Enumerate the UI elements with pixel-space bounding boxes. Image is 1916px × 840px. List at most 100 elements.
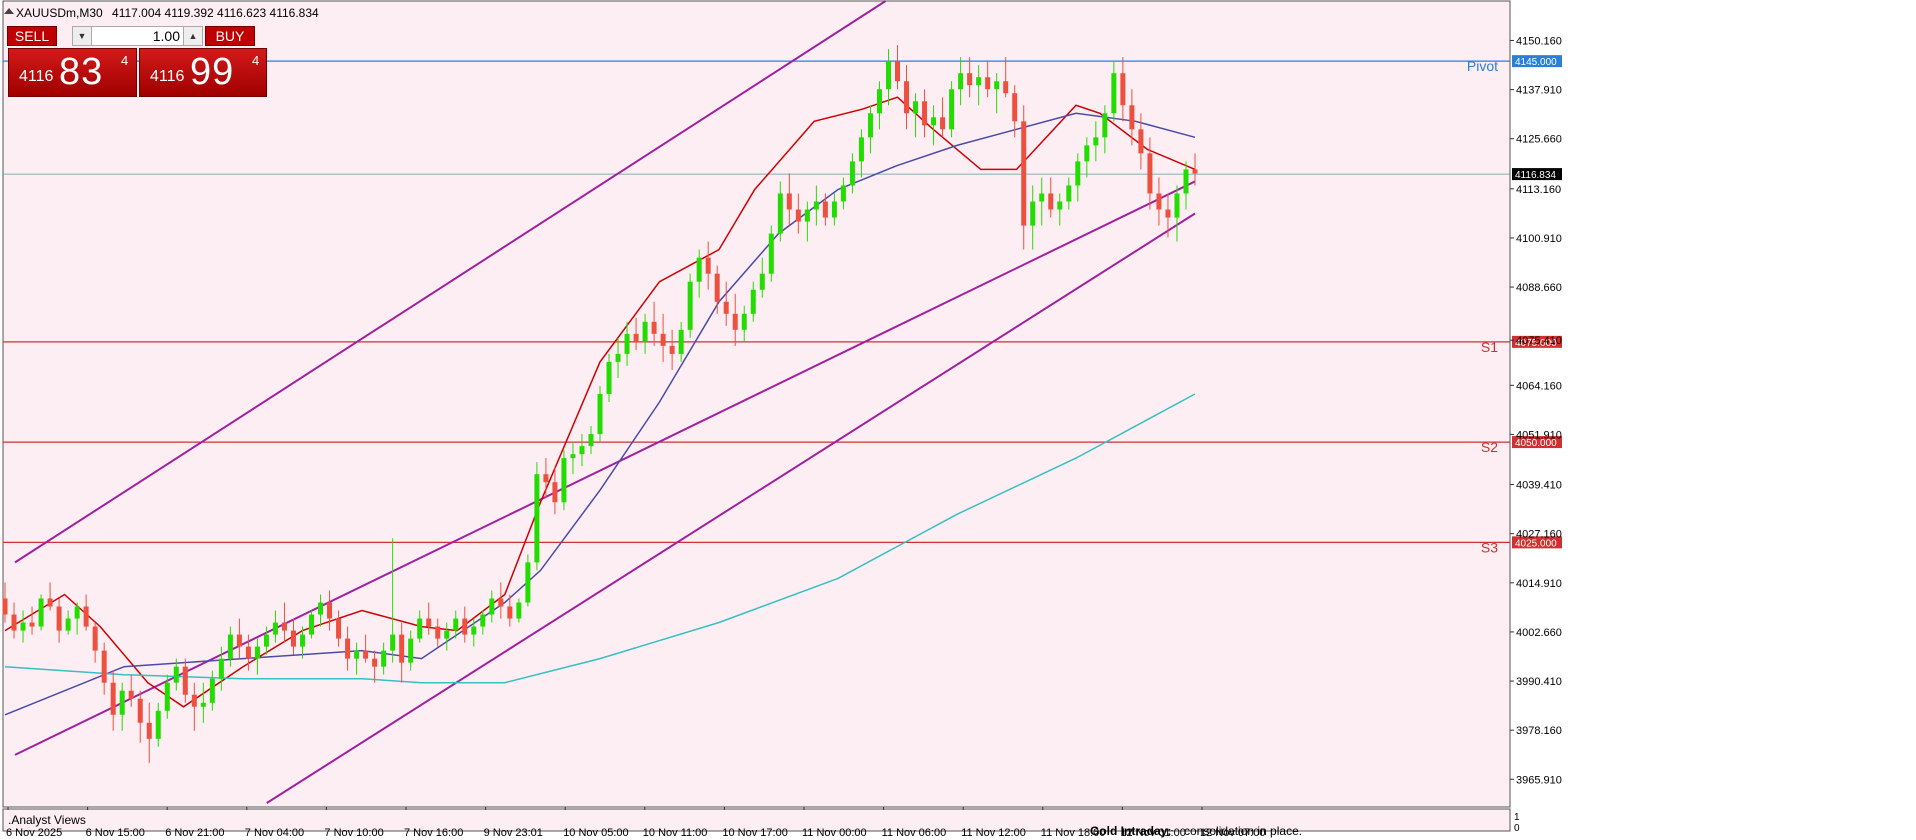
candle-body [83, 606, 89, 627]
y-tick-label: 3990.410 [1516, 676, 1562, 688]
candle-body [651, 321, 657, 334]
x-tick-label: 10 Nov 11:00 [643, 827, 708, 839]
candle-body [1057, 201, 1063, 210]
candle-body [1003, 81, 1009, 94]
candle-body [840, 185, 846, 202]
x-tick-label: 7 Nov 04:00 [245, 827, 304, 839]
y-tick-label: 4088.660 [1516, 282, 1562, 294]
candle-body [480, 614, 486, 627]
candle-body [804, 209, 810, 222]
sell-price-pip: 4 [121, 53, 129, 68]
candle-body [92, 626, 98, 651]
candle-body [20, 622, 26, 631]
candle-body [65, 618, 71, 631]
sell-price-main: 83 [59, 51, 104, 93]
sell-price-prefix: 4116 [19, 68, 54, 85]
candle-body [678, 329, 684, 354]
candle-body [435, 626, 441, 639]
candle-body [137, 698, 143, 723]
candle-body [345, 638, 351, 659]
x-tick-label: 11 Nov 00:00 [802, 827, 867, 839]
candle-body [390, 634, 396, 651]
candle-body [813, 201, 819, 210]
candle-body [453, 618, 459, 631]
lot-size-field[interactable]: ▼ 1.00 ▲ [72, 26, 203, 46]
buy-price-button[interactable]: 4116 99 4 [139, 48, 267, 97]
lot-increase-icon[interactable]: ▲ [183, 27, 202, 45]
candle-body [2, 598, 8, 615]
candle-body [372, 658, 378, 667]
candle-body [615, 353, 621, 362]
lot-decrease-icon[interactable]: ▼ [73, 27, 92, 45]
candle-body [1084, 145, 1090, 162]
level-name-s3: S3 [1481, 539, 1498, 555]
candle-body [876, 89, 882, 114]
symbol-label: XAUUSDm,M30 [16, 6, 103, 20]
y-tick-label: 4039.410 [1516, 480, 1562, 492]
candle-body [660, 333, 666, 346]
candle-body [318, 602, 324, 615]
candle-body [281, 622, 287, 631]
candle-body [525, 562, 531, 603]
candle-body [272, 622, 278, 635]
level-price-label: 4145.000 [1515, 57, 1557, 68]
candle-body [624, 333, 630, 354]
candle-body [543, 474, 549, 483]
candle-body [940, 117, 946, 130]
y-tick-label: 4027.160 [1516, 529, 1562, 541]
lot-size-value[interactable]: 1.00 [93, 27, 180, 45]
indicator-label: .Analyst Views [8, 813, 86, 827]
level-name-s1: S1 [1481, 339, 1498, 355]
candle-body [597, 393, 603, 435]
candle-body [777, 193, 783, 234]
candle-body [958, 73, 964, 90]
candle-body [1039, 193, 1045, 202]
candle-body [931, 117, 937, 126]
candle-body [1075, 161, 1081, 186]
sell-button[interactable]: SELL [7, 26, 57, 46]
candle-body [895, 61, 900, 82]
candle-body [858, 137, 864, 162]
candle-body [354, 650, 360, 659]
candle-body [588, 434, 594, 447]
indicator-text-body: consolidation in place. [1184, 824, 1302, 838]
candle-body [534, 474, 540, 563]
candle-body [236, 634, 242, 647]
candle-body [381, 650, 387, 667]
candle-body [444, 630, 450, 639]
candle-body [967, 73, 973, 86]
candle-body [1165, 209, 1171, 218]
candle-body [254, 646, 260, 659]
sell-price-button[interactable]: 4116 83 4 [8, 48, 137, 97]
candle-body [822, 201, 828, 218]
buy-price-main: 99 [190, 51, 235, 93]
candle-body [471, 626, 477, 635]
candle-body [309, 614, 315, 635]
level-name-pivot: Pivot [1467, 58, 1498, 74]
candle-body [155, 710, 161, 739]
candle-body [579, 446, 585, 455]
y-tick-label: 3978.160 [1516, 725, 1562, 737]
candle-body [714, 273, 720, 302]
candle-body [885, 61, 891, 90]
candle-body [1183, 169, 1189, 194]
current-price-label: 4116.834 [1515, 170, 1556, 181]
candle-body [831, 201, 837, 218]
price-chart[interactable]: Pivot 4145.000S1 4075.000S2 4050.000S3 4025.… [0, 0, 1916, 840]
indicator-text-title: Gold Intraday: [1090, 824, 1171, 838]
buy-button[interactable]: BUY [205, 26, 255, 46]
candle-body [191, 694, 197, 707]
candle-body [1066, 185, 1072, 202]
one-click-trading-panel: SELL ▼ 1.00 ▲ BUY 4116 83 4 4116 99 4 [4, 20, 267, 98]
x-tick-label: 9 Nov 23:01 [484, 827, 543, 839]
candle-body [786, 193, 792, 210]
candle-body [462, 618, 468, 635]
candle-body [1156, 193, 1162, 210]
candle-body [561, 458, 567, 503]
candle-body [687, 281, 693, 330]
candle-body [849, 161, 855, 186]
candle-body [741, 313, 747, 330]
candle-body [11, 614, 17, 631]
y-tick-label: 3965.910 [1516, 774, 1562, 786]
x-tick-label: 6 Nov 21:00 [165, 827, 224, 839]
